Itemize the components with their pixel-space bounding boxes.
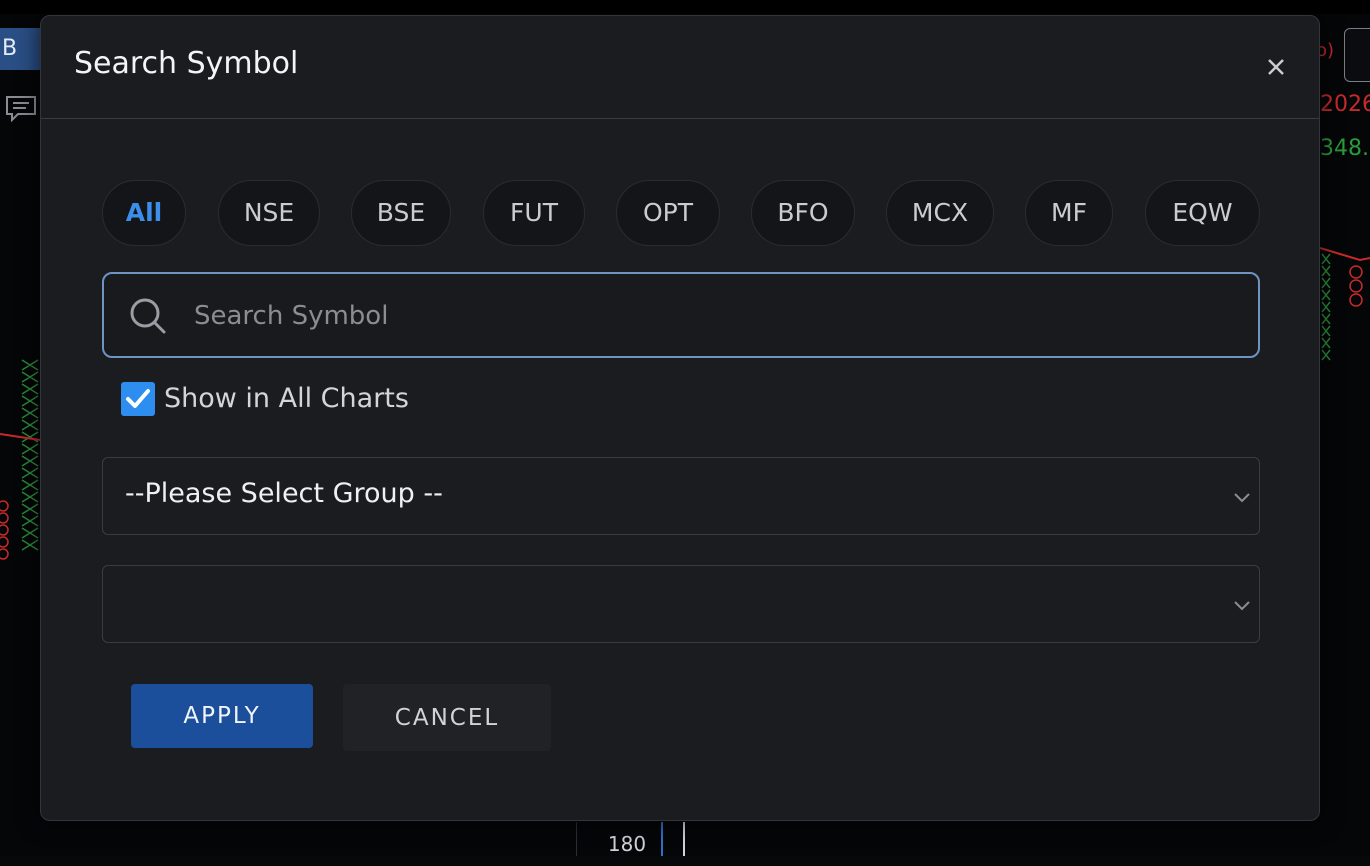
filter-chip-mcx[interactable]: MCX [886, 180, 994, 246]
show-in-all-charts-label[interactable]: Show in All Charts [164, 383, 409, 414]
axis-cursor [661, 822, 663, 856]
filter-chip-opt[interactable]: OPT [616, 180, 720, 246]
dialog-header: Search Symbol [41, 16, 1319, 119]
group-select-value: --Please Select Group -- [125, 478, 443, 509]
corner-box[interactable] [1344, 28, 1370, 82]
x-column [21, 359, 39, 551]
filter-chip-mf[interactable]: MF [1025, 180, 1113, 246]
filter-chip-nse[interactable]: NSE [218, 180, 320, 246]
comment-icon[interactable] [4, 94, 38, 124]
chevron-down-icon [1234, 493, 1250, 503]
o-column [0, 500, 9, 560]
pnf-right-columns [1320, 247, 1370, 361]
right-value-green: 348. [1320, 136, 1369, 161]
chevron-down-icon [1234, 601, 1250, 611]
filter-chip-fut[interactable]: FUT [483, 180, 585, 246]
right-value-red: 2026 [1320, 92, 1370, 117]
axis-marker [683, 822, 685, 856]
show-in-all-charts-checkbox[interactable] [121, 382, 155, 416]
dialog-title: Search Symbol [74, 46, 299, 81]
filter-chip-all[interactable]: All [102, 180, 186, 246]
search-symbol-dialog: Search Symbol All NSE BSE FUT OPT BFO MC… [40, 15, 1320, 821]
filter-chip-eqw[interactable]: EQW [1145, 180, 1260, 246]
search-icon [130, 298, 166, 334]
checkmark-icon [126, 389, 150, 408]
close-icon[interactable] [1261, 52, 1291, 82]
search-field[interactable] [102, 272, 1260, 358]
group-select[interactable]: --Please Select Group -- [102, 457, 1260, 535]
pnf-left-columns [0, 359, 41, 560]
chart-top-bar [0, 0, 1370, 14]
apply-button[interactable]: APPLY [131, 684, 313, 748]
secondary-select[interactable] [102, 565, 1260, 643]
search-input[interactable] [192, 286, 1236, 346]
filter-chip-bfo[interactable]: BFO [751, 180, 855, 246]
filter-chip-bse[interactable]: BSE [351, 180, 451, 246]
chart-tab[interactable]: B [0, 28, 40, 70]
cancel-button[interactable]: CANCEL [343, 684, 551, 751]
